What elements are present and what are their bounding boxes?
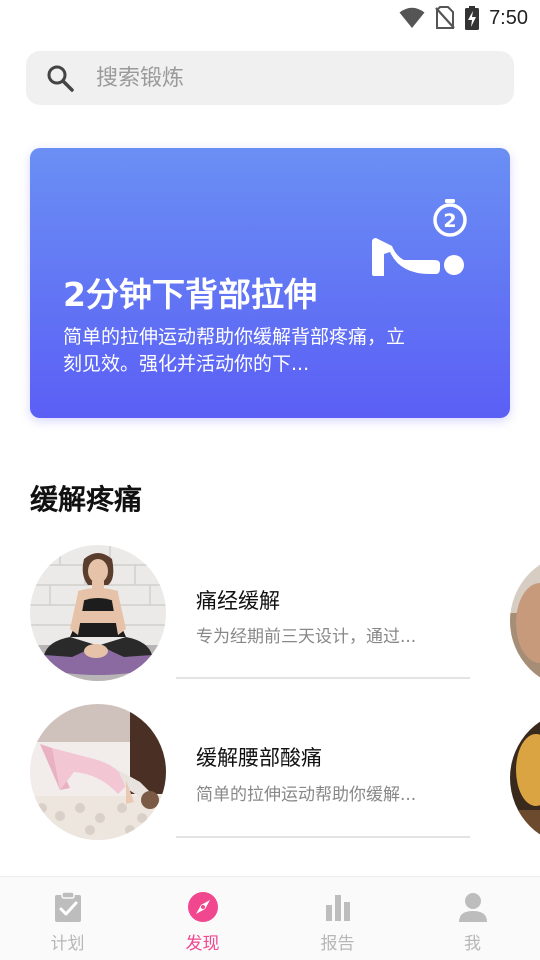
nav-tab-report[interactable]: 报告 bbox=[270, 877, 405, 960]
wifi-icon bbox=[399, 7, 425, 28]
battery-charging-icon bbox=[465, 6, 480, 30]
divider bbox=[176, 836, 470, 838]
status-bar: 7:50 bbox=[0, 0, 540, 36]
clipboard-check-icon bbox=[54, 891, 81, 922]
workout-item-period-pain[interactable]: 痛经缓解 专为经期前三天设计，通过... bbox=[30, 545, 470, 685]
workout-thumbnail-peek[interactable] bbox=[510, 553, 540, 689]
workout-item-lower-back-pain[interactable]: 缓解腰部酸痛 简单的拉伸运动帮助你缓解... bbox=[30, 704, 470, 844]
nav-tab-me[interactable]: 我 bbox=[405, 877, 540, 960]
workout-thumbnail-peek[interactable] bbox=[510, 710, 540, 846]
banner-description: 简单的拉伸运动帮助你缓解背部疼痛，立刻见效。强化并活动你的下... bbox=[63, 326, 406, 375]
nav-label: 我 bbox=[464, 934, 481, 954]
status-time: 7:50 bbox=[489, 6, 528, 29]
banner-title: 2分钟下背部拉伸 bbox=[63, 275, 317, 314]
nav-label: 计划 bbox=[50, 934, 85, 954]
workout-thumbnail bbox=[30, 704, 166, 840]
workout-description: 简单的拉伸运动帮助你缓解... bbox=[196, 785, 417, 805]
svg-text:2: 2 bbox=[443, 210, 456, 232]
bottom-navigation: 计划 发现 报告 我 bbox=[0, 876, 540, 960]
nav-label: 报告 bbox=[320, 934, 355, 954]
nav-tab-plan[interactable]: 计划 bbox=[0, 877, 135, 960]
nav-label: 发现 bbox=[185, 934, 220, 954]
workout-title: 痛经缓解 bbox=[196, 589, 280, 613]
status-icons: 7:50 bbox=[399, 4, 528, 32]
discover-screen: 7:50 2 2分钟下背部拉伸 简单的拉伸运动帮助你缓解背部疼痛，立刻见效。强化… bbox=[0, 0, 540, 960]
workout-title: 缓解腰部酸痛 bbox=[196, 746, 322, 770]
no-sim-icon bbox=[435, 6, 455, 29]
section-title: 缓解疼痛 bbox=[30, 483, 143, 516]
person-icon bbox=[458, 893, 487, 922]
search-icon[interactable] bbox=[46, 64, 74, 92]
workout-description: 专为经期前三天设计，通过... bbox=[196, 627, 417, 647]
nav-tab-discover[interactable]: 发现 bbox=[135, 877, 270, 960]
search-input[interactable] bbox=[96, 51, 496, 105]
workout-thumbnail bbox=[30, 545, 166, 681]
divider bbox=[176, 677, 470, 679]
bar-chart-icon bbox=[325, 895, 350, 921]
compass-icon bbox=[187, 892, 218, 922]
search-bar[interactable] bbox=[26, 51, 514, 105]
stretch-stopwatch-icon: 2 bbox=[372, 199, 467, 276]
featured-workout-banner[interactable]: 2 2分钟下背部拉伸 简单的拉伸运动帮助你缓解背部疼痛，立刻见效。强化并活动你的… bbox=[30, 148, 510, 418]
